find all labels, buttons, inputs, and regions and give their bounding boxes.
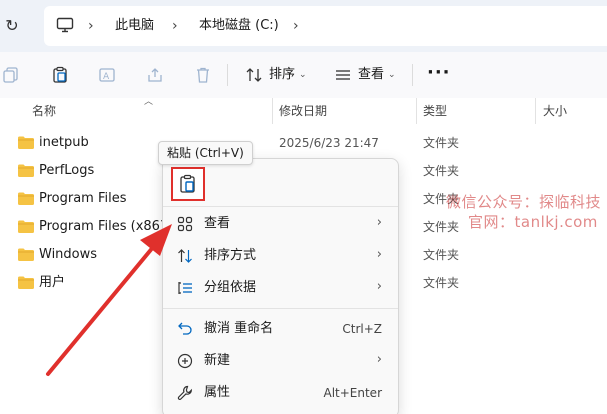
command-bar: A 排序 ⌄ 查看 ⌄ ···	[0, 52, 607, 98]
menu-item-properties[interactable]: 属性 Alt+Enter	[163, 378, 398, 408]
delete-icon[interactable]	[194, 66, 212, 84]
view-icon[interactable]	[334, 66, 352, 84]
folder-icon	[18, 164, 34, 177]
toolbar-divider	[412, 64, 413, 86]
column-header-date[interactable]: 修改日期	[279, 104, 327, 118]
paste-tooltip: 粘贴 (Ctrl+V)	[158, 141, 253, 165]
file-type: 文件夹	[423, 276, 460, 290]
plus-circle-icon	[177, 353, 193, 369]
column-header-name[interactable]: 名称	[32, 104, 56, 118]
wrench-icon	[177, 385, 192, 400]
breadcrumb-local-disk[interactable]: 本地磁盘 (C:)	[199, 17, 279, 35]
menu-item-view[interactable]: 查看 ›	[163, 209, 398, 239]
menu-item-label: 属性	[204, 385, 231, 400]
watermark-text: 官网：tanlkj.com	[468, 213, 598, 231]
chevron-right-icon: ›	[376, 215, 382, 230]
file-name: Windows	[39, 247, 98, 262]
paste-button[interactable]	[171, 167, 205, 201]
folder-icon	[18, 192, 34, 205]
file-name: Program Files	[39, 191, 127, 206]
menu-item-label: 查看	[204, 216, 231, 231]
undo-icon	[178, 322, 192, 335]
rename-icon[interactable]: A	[98, 66, 116, 84]
file-name: inetpub	[39, 135, 89, 150]
menu-item-sort-by[interactable]: 排序方式 ›	[163, 241, 398, 271]
column-divider[interactable]	[416, 98, 417, 124]
folder-icon	[18, 248, 34, 261]
file-type: 文件夹	[423, 136, 460, 150]
address-bar[interactable]: › 此电脑 › 本地磁盘 (C:) ›	[44, 6, 607, 46]
file-type: 文件夹	[423, 220, 460, 234]
column-divider[interactable]	[272, 98, 273, 124]
chevron-right-icon: ›	[376, 279, 382, 294]
file-type: 文件夹	[423, 248, 460, 262]
context-menu: 查看 › 排序方式 › 分组依据 › 撤消 重命名 Ctrl+Z 新建 › 属性…	[162, 158, 399, 414]
shortcut-text: Ctrl+Z	[342, 322, 382, 336]
copy-icon[interactable]	[2, 66, 20, 84]
paste-icon	[180, 174, 195, 193]
menu-item-label: 撤消 重命名	[204, 321, 274, 336]
menu-separator	[163, 206, 398, 207]
menu-item-label: 分组依据	[204, 280, 257, 295]
chevron-right-icon: ›	[376, 247, 382, 262]
menu-item-group-by[interactable]: 分组依据 ›	[163, 273, 398, 303]
shortcut-text: Alt+Enter	[323, 386, 382, 400]
file-row[interactable]: inetpub 2025/6/23 21:47 文件夹	[0, 129, 607, 157]
menu-item-new[interactable]: 新建 ›	[163, 346, 398, 376]
sort-icon	[178, 249, 192, 263]
toolbar-divider	[227, 64, 228, 86]
folder-icon	[18, 276, 34, 289]
more-options-button[interactable]: ···	[427, 62, 451, 83]
view-button[interactable]: 查看	[358, 66, 384, 84]
column-divider[interactable]	[535, 98, 536, 124]
column-header-size[interactable]: 大小	[543, 104, 567, 118]
file-name: 用户	[39, 275, 66, 290]
menu-separator	[163, 308, 398, 309]
file-date: 2025/6/23 21:47	[279, 136, 379, 150]
chevron-right-icon: ›	[376, 352, 382, 367]
chevron-down-icon[interactable]: ⌄	[388, 67, 396, 83]
paste-icon[interactable]	[51, 66, 69, 84]
menu-item-label: 排序方式	[204, 248, 257, 263]
file-name: PerfLogs	[39, 163, 95, 178]
sort-icon[interactable]	[245, 66, 263, 84]
chevron-right-icon[interactable]: ›	[88, 17, 94, 35]
chevron-right-icon[interactable]: ›	[172, 17, 178, 35]
menu-item-label: 新建	[204, 353, 231, 368]
share-icon[interactable]	[146, 66, 164, 84]
folder-icon	[18, 136, 34, 149]
grid-icon	[177, 216, 193, 232]
refresh-icon[interactable]: ↻	[0, 16, 24, 36]
folder-icon	[18, 220, 34, 233]
column-header-type[interactable]: 类型	[423, 104, 447, 118]
file-type: 文件夹	[423, 164, 460, 178]
column-header-row: ︿ 名称 修改日期 类型 大小	[0, 97, 607, 124]
chevron-down-icon[interactable]: ⌄	[299, 67, 307, 83]
svg-text:A: A	[103, 72, 110, 82]
address-band: ↻ › 此电脑 › 本地磁盘 (C:) ›	[0, 0, 607, 52]
chevron-right-icon[interactable]: ›	[293, 17, 299, 35]
monitor-icon	[56, 17, 74, 33]
breadcrumb-this-pc[interactable]: 此电脑	[115, 17, 154, 35]
sort-ascending-icon: ︿	[144, 97, 154, 107]
menu-item-undo[interactable]: 撤消 重命名 Ctrl+Z	[163, 314, 398, 344]
sort-button[interactable]: 排序	[269, 66, 295, 84]
file-name: Program Files (x86)	[39, 219, 166, 234]
watermark-text: 微信公众号：探临科技	[446, 193, 602, 211]
group-icon	[178, 282, 192, 294]
